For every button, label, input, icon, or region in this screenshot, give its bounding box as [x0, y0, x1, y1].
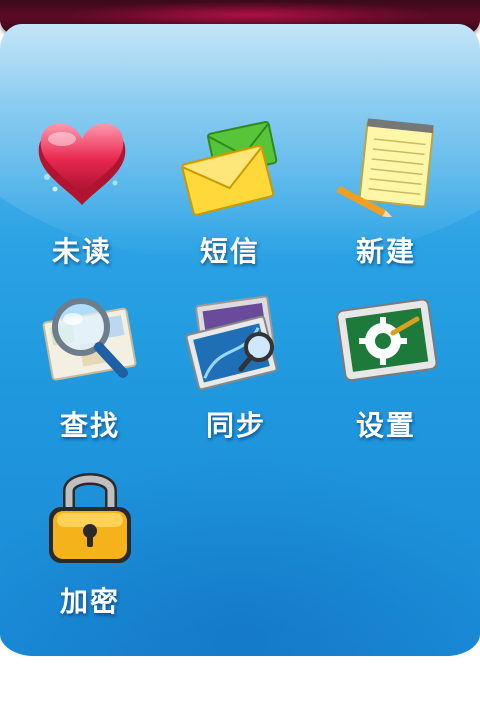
menu-item-label: 加密 — [59, 585, 120, 618]
envelope-icon — [175, 112, 285, 222]
padlock-icon — [35, 462, 145, 572]
gear-monitor-icon — [331, 286, 441, 396]
menu-item-settings[interactable]: 设置 — [316, 286, 456, 456]
menu-item-label: 同步 — [205, 409, 266, 442]
photo-sync-icon — [181, 286, 291, 396]
menu-grid: 未读 短信 新建 查找 同步 设置 加密 — [0, 0, 480, 720]
menu-item-label: 查找 — [59, 409, 120, 442]
menu-item-label: 新建 — [355, 235, 416, 268]
menu-item-messages[interactable]: 短信 — [160, 112, 300, 282]
menu-item-new[interactable]: 新建 — [316, 112, 456, 282]
home-screen: 未读 短信 新建 查找 同步 设置 加密 — [0, 0, 480, 720]
menu-item-label: 设置 — [355, 409, 416, 442]
menu-item-search[interactable]: 查找 — [20, 286, 160, 456]
magnifier-map-icon — [35, 286, 145, 396]
menu-item-label: 未读 — [51, 235, 112, 268]
menu-item-sync[interactable]: 同步 — [166, 286, 306, 456]
menu-item-label: 短信 — [199, 235, 260, 268]
heart-box-icon — [27, 112, 137, 222]
menu-item-encrypt[interactable]: 加密 — [20, 462, 160, 632]
menu-item-unread[interactable]: 未读 — [12, 112, 152, 282]
notepad-icon — [331, 112, 441, 222]
